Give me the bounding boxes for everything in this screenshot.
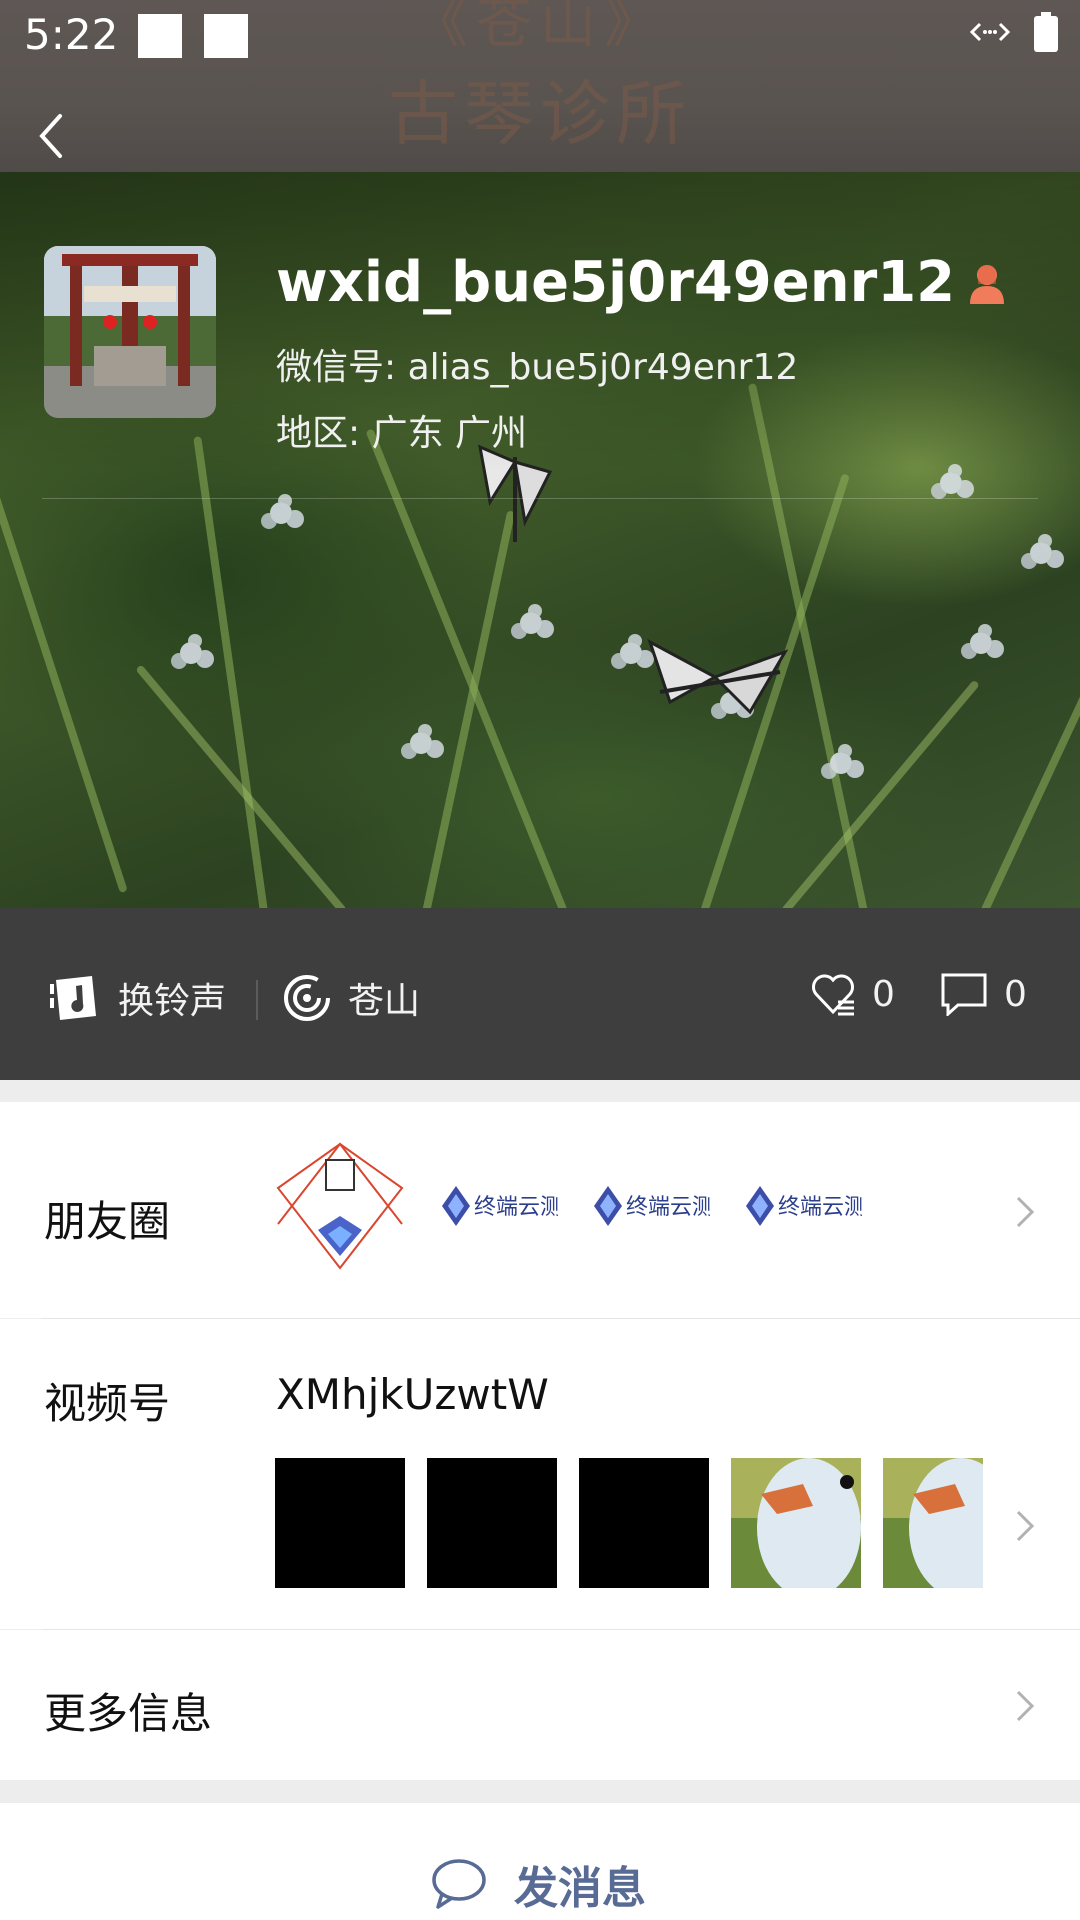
channel-thumbnail (427, 1458, 557, 1588)
avatar[interactable] (44, 246, 216, 418)
separator (256, 980, 258, 1020)
channel-thumbnail (731, 1458, 861, 1588)
divider (42, 498, 1038, 499)
top-bar: 《苍山》 古琴诊所 5:22 (0, 0, 1080, 172)
moment-thumbnail: 终端云测 (730, 1140, 862, 1272)
comment-button[interactable]: 0 (940, 972, 1027, 1016)
profile-name: wxid_bue5j0r49enr12 (276, 250, 956, 315)
status-label: 苍山 (348, 981, 421, 1022)
svg-text:终端云测: 终端云测 (474, 1195, 558, 1220)
svg-text:终端云测: 终端云测 (626, 1195, 710, 1220)
butterfly-image (647, 638, 789, 715)
data-sync-icon (969, 22, 1011, 42)
notification-icon (138, 14, 182, 58)
battery-icon (1034, 12, 1058, 52)
status-ring-icon (284, 975, 330, 1021)
status-button[interactable]: 苍山 (282, 972, 420, 1024)
region: 地区: 广东 广州 (276, 413, 528, 454)
back-button[interactable] (30, 106, 74, 166)
status-time: 5:22 (24, 10, 119, 59)
cover-text-2: 古琴诊所 (388, 73, 692, 155)
chevron-right-icon (1016, 1690, 1035, 1722)
chat-bubble-icon (432, 1859, 486, 1909)
channel-thumbnail (275, 1458, 405, 1588)
comment-count: 0 (1004, 973, 1027, 1015)
notification-icon (204, 14, 248, 58)
moments-label: 朋友圈 (44, 1197, 171, 1246)
send-message-button[interactable]: 发消息 (430, 1852, 646, 1916)
moment-thumbnail: 终端云测 (578, 1140, 710, 1272)
chevron-right-icon (1016, 1510, 1035, 1542)
status-icons (968, 12, 1058, 52)
ringtone-label: 换铃声 (118, 981, 227, 1022)
wechat-id: 微信号: alias_bue5j0r49enr12 (276, 347, 799, 388)
moment-thumbnail (274, 1140, 406, 1272)
svg-text:终端云测: 终端云测 (778, 1195, 862, 1220)
comment-icon (941, 973, 987, 1016)
ringtone-button[interactable]: 换铃声 (48, 972, 226, 1024)
channel-thumbnail (579, 1458, 709, 1588)
moment-thumbnail: 终端云测 (426, 1140, 558, 1272)
like-button[interactable]: 0 (810, 972, 895, 1016)
channel-name: XMhjkUzwtW (276, 1370, 549, 1419)
channels-label: 视频号 (44, 1379, 171, 1428)
chevron-right-icon (1016, 1196, 1035, 1228)
like-count: 0 (872, 973, 895, 1015)
music-note-icon (50, 976, 96, 1020)
send-message-label: 发消息 (514, 1863, 646, 1914)
channel-thumbnail (883, 1458, 983, 1588)
female-icon (970, 264, 1005, 304)
profile-name-row: wxid_bue5j0r49enr12 (276, 250, 1007, 315)
more-info-label: 更多信息 (44, 1689, 213, 1738)
heart-icon (812, 974, 854, 1016)
